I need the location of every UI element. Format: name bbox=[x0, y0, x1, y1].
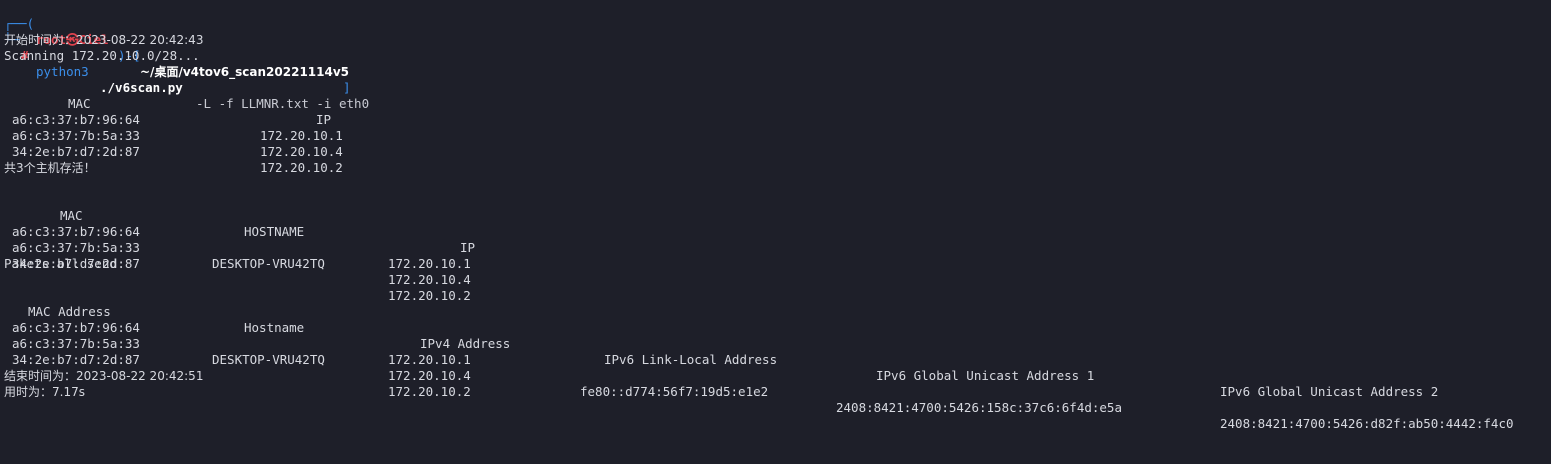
mac-cell: a6:c3:37:b7:96:64 bbox=[12, 320, 140, 335]
alive-count: 共3个主机存活！ bbox=[4, 161, 96, 175]
table1-header-mac: MAC bbox=[68, 96, 91, 111]
ipv4-cell: 172.20.10.2 bbox=[388, 384, 471, 399]
ip-cell: 172.20.10.1 bbox=[260, 128, 343, 143]
end-time: 结束时间为：2023-08-22 20:42:51 bbox=[4, 369, 204, 383]
ip-cell: 172.20.10.2 bbox=[388, 288, 471, 303]
prompt-close-bracket: ] bbox=[343, 80, 351, 95]
table-row: 34:2e:b7:d7:2d:87 172.20.10.2 bbox=[0, 240, 471, 303]
table1-header: MAC IP bbox=[0, 80, 331, 127]
table3-header-ipv6-global-2: IPv6 Global Unicast Address 2 bbox=[1220, 384, 1439, 399]
command-python: python3 bbox=[36, 64, 89, 79]
prompt-path: ~/桌面/v4tov6_scan20221114v5 bbox=[140, 65, 350, 79]
mac-cell: 34:2e:b7:d7:2d:87 bbox=[12, 352, 140, 367]
table1-header-ip: IP bbox=[316, 112, 332, 127]
ipv4-cell: 172.20.10.1 bbox=[388, 352, 471, 367]
table2-header: MAC HOSTNAME IP bbox=[0, 192, 475, 255]
prompt-line: ┌──( root㉿Ciel )-[ ~/桌面/v4tov6_scan20221… bbox=[0, 0, 351, 95]
pakets-line: Pakets all send bbox=[4, 256, 117, 271]
scanning-line: Scanning 172.20.10.0/28... bbox=[4, 48, 200, 63]
mac-cell: a6:c3:37:7b:5a:33 bbox=[12, 128, 140, 143]
command-line[interactable]: └─ # python3 ./v6scan.py -L -f LLMNR.txt… bbox=[0, 16, 369, 111]
table-row: a6:c3:37:7b:5a:33 172.20.10.4 bbox=[0, 112, 343, 159]
hostname-cell: DESKTOP-VRU42TQ bbox=[212, 256, 325, 271]
table2-header-hostname: HOSTNAME bbox=[244, 224, 305, 239]
ipv4-cell: 172.20.10.4 bbox=[388, 368, 471, 383]
table-row: a6:c3:37:7b:5a:33 DESKTOP-VRU42TQ 172.20… bbox=[0, 224, 471, 287]
table-row: 34:2e:b7:d7:2d:87 172.20.10.2 bbox=[0, 336, 471, 399]
ipv6-global-1-cell: 2408:8421:4700:5426:158c:37c6:6f4d:e5a bbox=[836, 400, 1122, 415]
ip-cell: 172.20.10.1 bbox=[388, 256, 471, 271]
mac-cell: a6:c3:37:b7:96:64 bbox=[12, 224, 140, 239]
table3-header-hostname: Hostname bbox=[244, 320, 305, 335]
table-row: a6:c3:37:b7:96:64 172.20.10.1 bbox=[0, 304, 471, 367]
table3-header-ipv6-global-1: IPv6 Global Unicast Address 1 bbox=[876, 368, 1095, 383]
table-row: a6:c3:37:7b:5a:33 DESKTOP-VRU42TQ 172.20… bbox=[0, 320, 1514, 431]
mac-cell: a6:c3:37:7b:5a:33 bbox=[12, 336, 140, 351]
ipv6-global-2-cell: 2408:8421:4700:5426:d82f:ab50:4442:f4c0 bbox=[1220, 416, 1514, 431]
start-time: 开始时间为：2023-08-22 20:42:43 bbox=[4, 33, 204, 47]
table3-header-ipv4: IPv4 Address bbox=[420, 336, 511, 351]
mac-cell: a6:c3:37:b7:96:64 bbox=[12, 112, 140, 127]
ip-cell: 172.20.10.2 bbox=[260, 160, 343, 175]
terminal-window[interactable]: ┌──( root㉿Ciel )-[ ~/桌面/v4tov6_scan20221… bbox=[0, 0, 1551, 431]
table2-header-ip: IP bbox=[460, 240, 476, 255]
table3-header-mac: MAC Address bbox=[28, 304, 111, 319]
elapsed-time: 用时为：7.17s bbox=[4, 385, 85, 399]
ip-cell: 172.20.10.4 bbox=[388, 272, 471, 287]
command-script: ./v6scan.py bbox=[100, 80, 183, 95]
mac-cell: 34:2e:b7:d7:2d:87 bbox=[12, 144, 140, 159]
ipv6-link-local-cell: fe80::d774:56f7:19d5:e1e2 bbox=[580, 384, 769, 399]
mac-cell: a6:c3:37:7b:5a:33 bbox=[12, 240, 140, 255]
ip-cell: 172.20.10.4 bbox=[260, 144, 343, 159]
table2-header-mac: MAC bbox=[60, 208, 83, 223]
table3-header-ipv6-link-local: IPv6 Link-Local Address bbox=[604, 352, 778, 367]
table-row: a6:c3:37:b7:96:64 172.20.10.1 bbox=[0, 208, 471, 271]
hostname-cell: DESKTOP-VRU42TQ bbox=[212, 352, 325, 367]
command-args: -L -f LLMNR.txt -i eth0 bbox=[196, 96, 370, 111]
table-row: 34:2e:b7:d7:2d:87 172.20.10.2 bbox=[0, 128, 343, 175]
table-row: a6:c3:37:b7:96:64 172.20.10.1 bbox=[0, 96, 343, 143]
table3-header: MAC Address Hostname IPv4 Address IPv6 L… bbox=[0, 288, 1438, 399]
